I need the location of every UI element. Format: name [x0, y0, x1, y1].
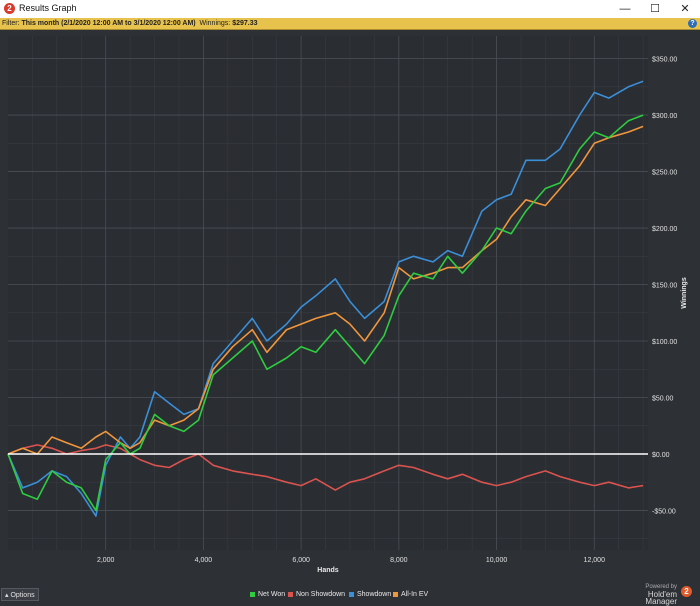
x-tick-label: 6,000: [292, 557, 310, 564]
help-icon[interactable]: ?: [688, 19, 697, 28]
winnings-label: Winnings:: [195, 20, 233, 27]
results-graph: 2,000 4,000 6,000 8,000 10,000 12,000 -$50.00…: [7, 36, 688, 574]
legend-item-showdown[interactable]: Showdown: [349, 591, 391, 598]
y-axis-ticks: -$50.00 $0.00 $50.00 $100.00 $150.00 $200.00 $…: [652, 57, 677, 516]
filter-range[interactable]: This month (2/1/2020 12:00 AM to 3/1/202…: [21, 20, 195, 27]
x-tick-label: 2,000: [97, 557, 115, 564]
y-tick-label: $300.00: [652, 113, 677, 120]
legend-swatch: [250, 592, 255, 597]
y-tick-label: -$50.00: [652, 508, 676, 515]
legend-swatch: [349, 592, 354, 597]
title-bar: 2 Results Graph — ☐ ✕: [0, 0, 700, 19]
legend-item-non-showdown[interactable]: Non Showdown: [288, 591, 345, 598]
filter-label: Filter:: [2, 20, 22, 27]
y-tick-label: $250.00: [652, 170, 677, 177]
y-tick-label: $150.00: [652, 283, 677, 290]
x-axis-ticks: 2,000 4,000 6,000 8,000 10,000 12,000: [97, 557, 605, 564]
app-logo-icon: 2: [4, 3, 15, 14]
legend: Net Won Non Showdown Showdown All-In EV: [0, 589, 700, 602]
x-axis-label: Hands: [317, 567, 339, 574]
legend-item-net-won[interactable]: Net Won: [250, 591, 285, 598]
window-title: Results Graph: [19, 3, 77, 13]
legend-item-all-in-ev[interactable]: All-In EV: [393, 591, 428, 598]
x-tick-label: 10,000: [486, 557, 508, 564]
legend-swatch: [288, 592, 293, 597]
y-tick-label: $0.00: [652, 452, 670, 459]
legend-swatch: [393, 592, 398, 597]
filter-bar: Filter: This month (2/1/2020 12:00 AM to…: [0, 18, 700, 30]
y-tick-label: $50.00: [652, 395, 674, 402]
winnings-value: $297.33: [232, 20, 258, 27]
y-tick-label: $200.00: [652, 226, 677, 233]
y-axis-label: Winnings: [681, 277, 688, 309]
x-tick-label: 4,000: [195, 557, 213, 564]
minimize-button[interactable]: —: [610, 0, 640, 18]
x-tick-label: 8,000: [390, 557, 408, 564]
y-tick-label: $100.00: [652, 339, 677, 346]
close-button[interactable]: ✕: [670, 0, 700, 18]
holdem-manager-logo-icon: 2: [681, 586, 692, 597]
maximize-button[interactable]: ☐: [640, 0, 670, 18]
y-tick-label: $350.00: [652, 57, 677, 64]
x-tick-label: 12,000: [584, 557, 606, 564]
